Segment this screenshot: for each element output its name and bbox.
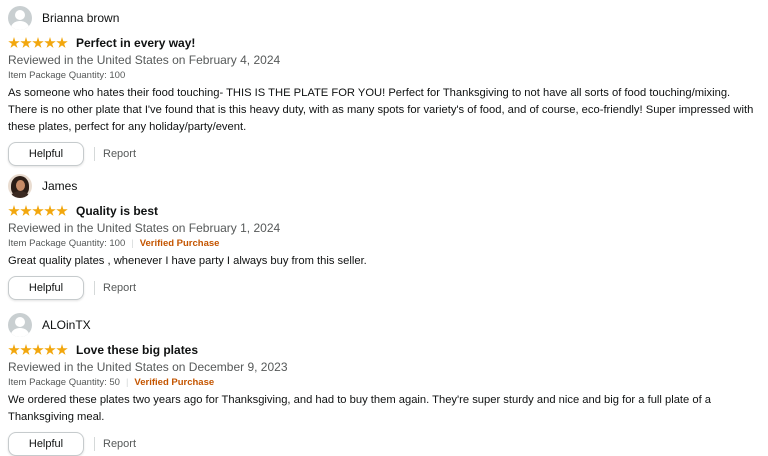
verified-purchase-badge[interactable]: Verified Purchase — [140, 238, 220, 249]
review-body: As someone who hates their food touching… — [8, 87, 754, 133]
reviewer-profile[interactable]: Brianna brown — [8, 4, 760, 32]
helpful-button[interactable]: Helpful — [8, 276, 84, 300]
review-date: Reviewed in the United States on Februar… — [8, 221, 281, 235]
divider — [94, 281, 95, 295]
star-icon — [8, 205, 20, 216]
review-date: Reviewed in the United States on Februar… — [8, 53, 281, 67]
reviewer-profile[interactable]: ALOinTX — [8, 311, 760, 339]
star-icon — [56, 205, 68, 216]
review-date: Reviewed in the United States on Decembe… — [8, 360, 288, 374]
report-link[interactable]: Report — [103, 438, 136, 450]
star-icon — [8, 37, 20, 48]
star-icon — [20, 37, 32, 48]
separator: | — [125, 377, 129, 388]
star-icon — [20, 344, 32, 355]
reviewer-name[interactable]: James — [42, 179, 77, 193]
separator: | — [131, 238, 134, 249]
star-rating[interactable] — [8, 205, 68, 217]
divider — [94, 437, 95, 451]
review-card: James Quality is best Reviewed in the Un… — [8, 172, 760, 300]
star-rating[interactable] — [8, 344, 68, 356]
review-title[interactable]: Love these big plates — [76, 343, 198, 357]
reviewer-profile[interactable]: James — [8, 172, 760, 200]
review-title[interactable]: Perfect in every way! — [76, 36, 195, 50]
star-icon — [44, 37, 56, 48]
star-rating[interactable] — [8, 37, 68, 49]
avatar — [8, 313, 32, 337]
star-icon — [20, 205, 32, 216]
star-icon — [32, 205, 44, 216]
star-icon — [44, 205, 56, 216]
package-quantity: Item Package Quantity: 50 — [8, 377, 120, 388]
divider — [94, 147, 95, 161]
review-body: We ordered these plates two years ago fo… — [8, 394, 712, 423]
report-link[interactable]: Report — [103, 148, 136, 160]
star-icon — [56, 344, 68, 355]
star-icon — [56, 37, 68, 48]
item-variant: Item Package Quantity: 100 | Verified Purc… — [8, 236, 760, 251]
helpful-button[interactable]: Helpful — [8, 432, 84, 456]
verified-purchase-badge[interactable]: Verified Purchase — [134, 377, 214, 388]
avatar — [8, 6, 32, 30]
star-icon — [8, 344, 20, 355]
item-variant: Item Package Quantity: 100 — [8, 68, 760, 83]
star-icon — [32, 37, 44, 48]
item-variant: Item Package Quantity: 50 | Verified Purch… — [8, 375, 760, 390]
star-icon — [32, 344, 44, 355]
package-quantity: Item Package Quantity: 100 — [8, 70, 126, 81]
helpful-button[interactable]: Helpful — [8, 142, 84, 166]
review-card: ALOinTX Love these big plates Reviewed i… — [8, 311, 760, 456]
star-icon — [44, 344, 56, 355]
package-quantity: Item Package Quantity: 100 — [8, 238, 126, 249]
report-link[interactable]: Report — [103, 282, 136, 294]
reviewer-name[interactable]: ALOinTX — [42, 318, 91, 332]
review-title[interactable]: Quality is best — [76, 204, 158, 218]
review-card: Brianna brown Perfect in every way! Revi… — [8, 4, 760, 166]
avatar — [8, 174, 32, 198]
reviewer-name[interactable]: Brianna brown — [42, 11, 119, 25]
review-body: Great quality plates , whenever I have p… — [8, 255, 367, 267]
